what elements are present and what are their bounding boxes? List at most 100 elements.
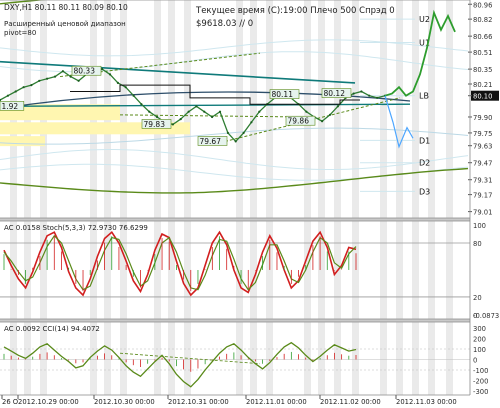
session-band [120,0,127,218]
price-point [140,103,143,106]
price-point [14,90,17,93]
price-point [250,121,253,124]
indicator-line1: Расширенный ценовой диапазон [4,20,126,28]
cci-axis-label: 300 [473,325,486,333]
session-band [352,322,359,395]
axis-label: 79.75 [473,130,492,138]
session-band [154,221,161,319]
cci-axis-label: -100 [473,367,488,375]
price-point [46,77,49,80]
axis-label: 79.31 [473,177,492,185]
stoch-title: AC 0.0158 Stoch(5,3,3) 72.9730 76.6299 [4,224,148,232]
session-band [446,0,453,218]
price-point [203,110,206,113]
time-label: 26 O [2,398,18,406]
axis-label: 80.66 [473,33,492,41]
session-band [304,0,311,218]
session-band [352,0,359,218]
cci-axis-label: 200 [473,336,486,344]
cci-title: AC 0.0092 CCI(14) 94.4072 [4,325,100,333]
session-band [318,322,325,395]
session-band [318,0,325,218]
session-band [412,0,419,218]
axis-label: 80.96 [473,1,492,9]
time-label: 2012.10.29 00:00 [18,398,79,406]
chart-canvas[interactable]: U2U1LBD1D2D3 1.9280.3379.8379.6780.1179.… [0,0,500,408]
price-point [22,86,25,89]
session-band [236,221,243,319]
price-point [305,110,308,113]
session-band [380,221,387,319]
price-point [226,131,229,134]
session-band [380,0,387,218]
time-label: 2012.11.03 00:00 [396,398,457,406]
session-band [236,322,243,395]
price-point [360,90,363,93]
price-point [242,131,245,134]
price-point [321,120,324,123]
session-band [104,322,111,395]
price-point [211,115,214,119]
price-label: 1.92 [2,102,19,111]
session-band [236,0,243,218]
session-band [40,221,47,319]
axis-label: 79.47 [473,160,492,168]
stoch-axis-label: 100 [473,222,486,230]
price-point [61,70,64,73]
price-point [352,92,355,95]
axis-label: 80.82 [473,16,492,24]
current-price-label: 80.10 [473,93,492,101]
session-band [412,322,419,395]
price-label: 80.12 [324,89,346,98]
price-point [6,94,9,97]
center-line1: Текущее время (C):19:00 Плечо 500 Спрэд … [195,6,395,16]
axis-label: 79.90 [473,114,492,122]
session-band [120,322,127,395]
level-label-d1: D1 [419,136,430,145]
highlight-zone [0,136,45,147]
session-band [396,221,403,319]
price-point [38,79,41,82]
time-label: 2012.11.01 00:00 [246,398,307,406]
session-band [168,0,175,218]
session-band [428,322,435,395]
session-band [266,0,273,218]
price-label: 79.83 [144,120,166,129]
price-point [148,110,151,113]
session-band [250,322,257,395]
price-point [195,105,198,108]
center-line2: $9618.03 // 0 [196,19,253,29]
session-band [412,221,419,319]
session-band [396,322,403,395]
cci-axis-label: -200 [473,378,488,386]
time-label: 2012.10.31 00:00 [168,398,229,406]
session-band [352,221,359,319]
session-band [250,0,257,218]
session-band [168,322,175,395]
stoch-axis-label: -0.0873 [473,312,499,320]
axis-label: 79.63 [473,143,492,151]
axis-label: 80.21 [473,81,492,89]
level-label-lb: LB [419,92,429,101]
time-label: 2012.11.02 00:00 [320,398,381,406]
chart-window: U2 U1 LB D1 D2 D3 1.92 80.33 79.83 79.67 80.11 79.… [0,0,500,408]
session-band [266,322,273,395]
session-band [446,221,453,319]
level-label-d2: D2 [419,159,430,168]
price-label: 80.11 [272,90,294,99]
session-band [446,322,453,395]
session-band [396,0,403,218]
session-band [154,0,161,218]
axis-label: 79.01 [473,209,492,217]
session-band [184,221,191,319]
price-point [69,75,72,78]
symbol-line: DXY,H1 80.11 80.11 80.09 80.10 [4,3,128,12]
session-band [250,221,257,319]
session-band [428,0,435,218]
session-band [380,322,387,395]
price-point [179,118,182,121]
price-point [77,79,80,82]
price-point [101,68,104,71]
price-point [258,110,261,113]
session-band [334,322,341,395]
